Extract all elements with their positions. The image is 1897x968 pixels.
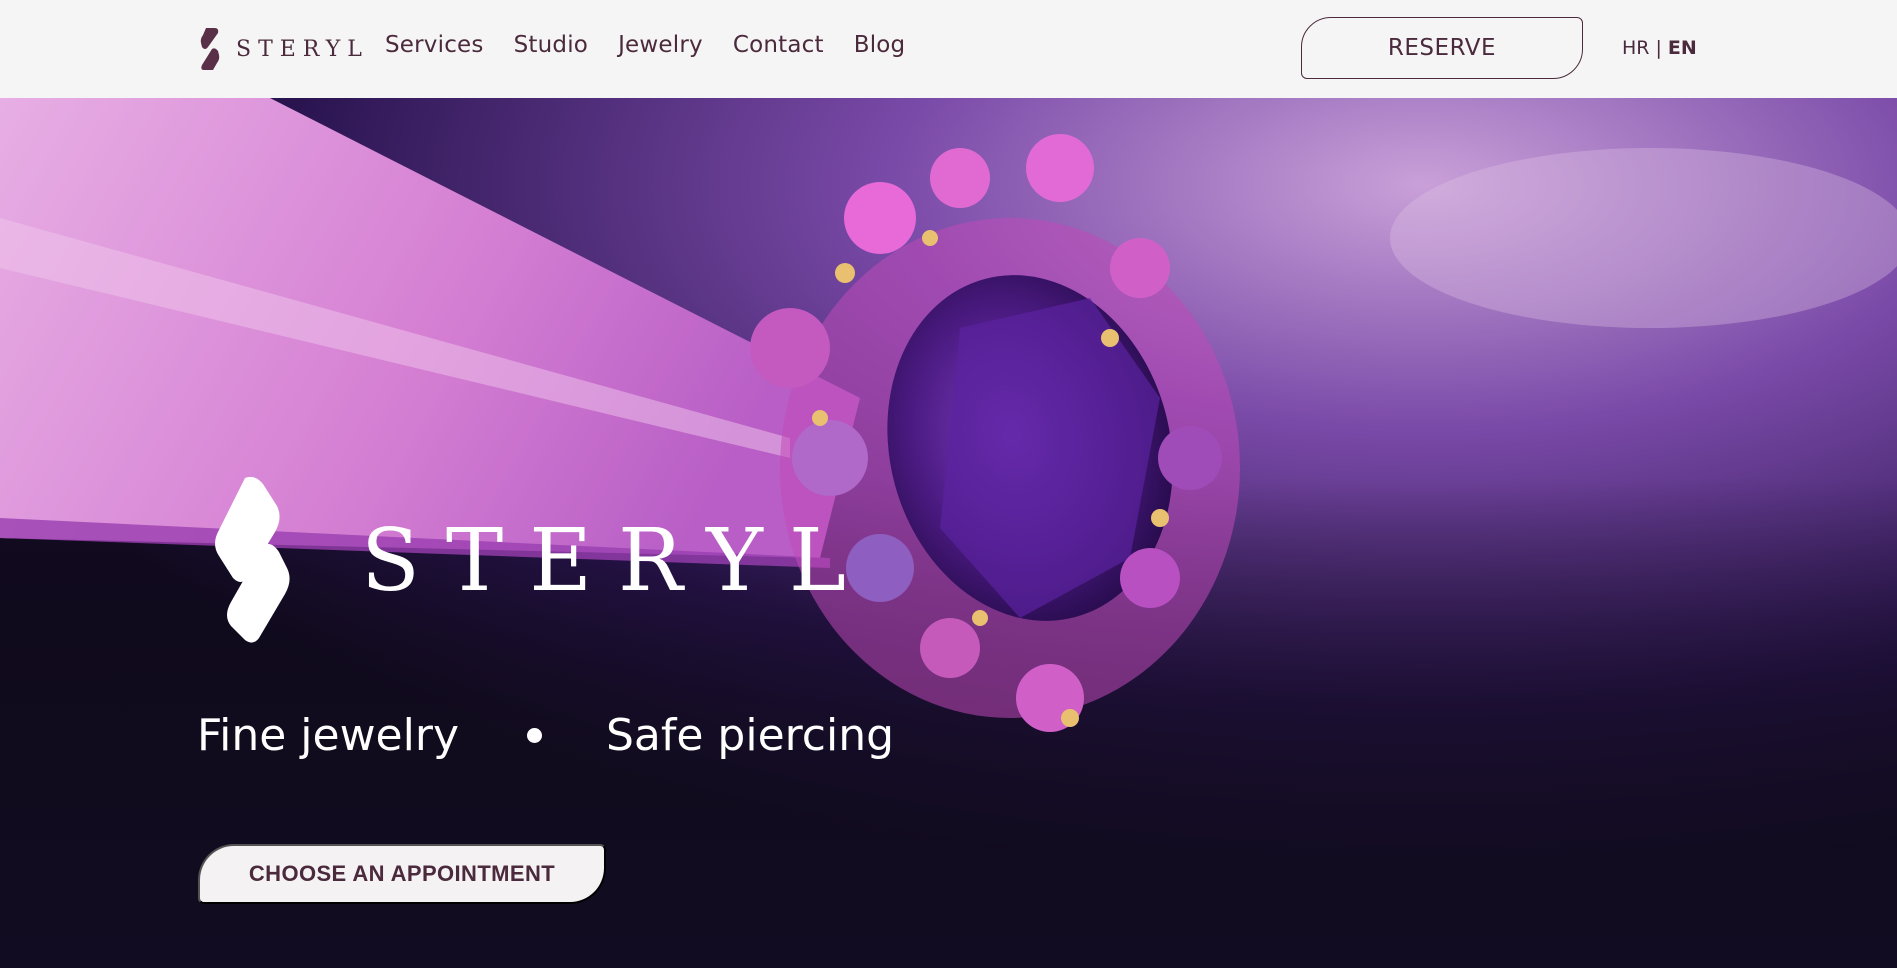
bullet-dot-icon (526, 728, 542, 743)
nav-services[interactable]: Services (385, 32, 484, 58)
steryl-logo-mark-large-icon (215, 476, 290, 643)
lang-separator: | (1655, 37, 1662, 59)
tagline-safe-piercing: Safe piercing (605, 710, 895, 761)
brand-wordmark: STERYL (236, 36, 369, 62)
hero-tagline: Fine jewelry Safe piercing (197, 710, 894, 761)
nav-jewelry[interactable]: Jewelry (618, 32, 703, 58)
reserve-button[interactable]: RESERVE (1301, 17, 1583, 79)
steryl-logo-mark-icon (200, 28, 220, 70)
tagline-fine-jewelry: Fine jewelry (197, 710, 459, 761)
brand-logo[interactable]: STERYL (198, 27, 369, 71)
nav-contact[interactable]: Contact (733, 32, 824, 58)
language-switcher: HR | EN (1622, 37, 1697, 59)
hero-logo: STERYL (205, 476, 872, 646)
lang-hr[interactable]: HR (1622, 37, 1650, 59)
hero-wordmark: STERYL (361, 511, 873, 611)
hero-section: STERYL Fine jewelry Safe piercing CHOOSE… (0, 98, 1897, 968)
lang-en[interactable]: EN (1668, 37, 1697, 59)
nav-studio[interactable]: Studio (514, 32, 588, 58)
choose-appointment-button[interactable]: CHOOSE AN APPOINTMENT (198, 844, 606, 904)
site-header: STERYL Services Studio Jewelry Contact B… (0, 0, 1897, 98)
nav-blog[interactable]: Blog (854, 32, 906, 58)
main-nav: Services Studio Jewelry Contact Blog (385, 32, 905, 58)
